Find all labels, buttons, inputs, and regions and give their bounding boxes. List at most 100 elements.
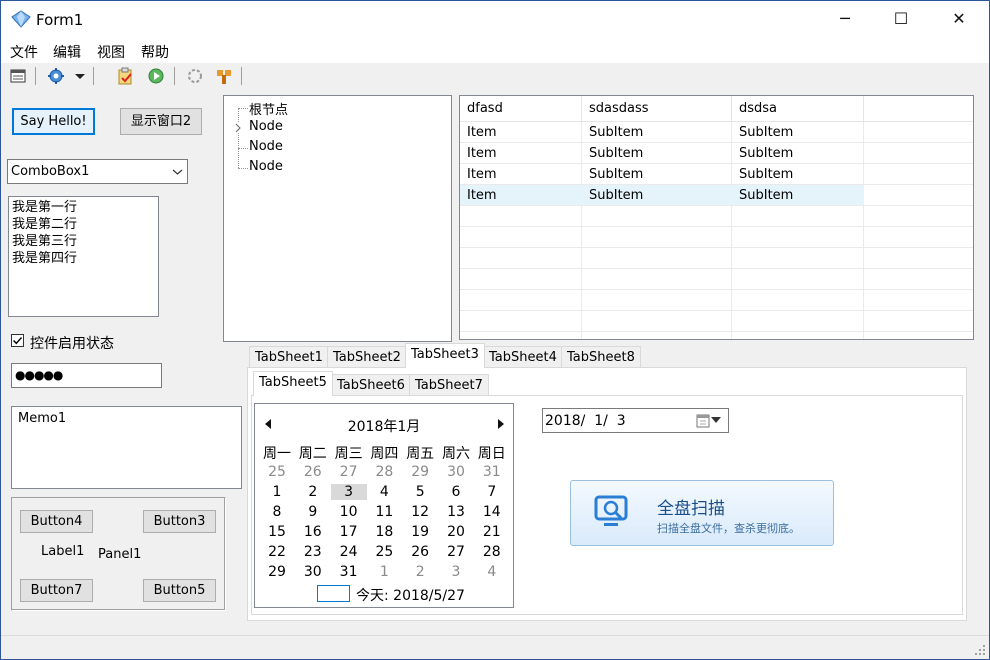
resize-grip-icon[interactable] xyxy=(974,644,986,656)
calendar-day[interactable]: 14 xyxy=(474,504,510,520)
say-hello-button[interactable]: Say Hello! xyxy=(12,108,95,135)
tools-icon[interactable] xyxy=(215,67,233,85)
list-item[interactable]: 我是第四行 xyxy=(9,250,158,267)
calendar-day[interactable]: 9 xyxy=(295,504,331,520)
calendar-day-adjacent[interactable]: 2 xyxy=(402,564,438,580)
table-row[interactable]: Item SubItem SubItem xyxy=(460,143,973,164)
list-item[interactable]: 我是第二行 xyxy=(9,216,158,233)
calendar-day[interactable]: 17 xyxy=(331,524,367,540)
calendar-day[interactable]: 24 xyxy=(331,544,367,560)
calendar-day[interactable]: 26 xyxy=(402,544,438,560)
calendar-day-adjacent[interactable]: 25 xyxy=(259,464,295,480)
tree-view[interactable]: 根节点 Node Node Node xyxy=(223,95,452,342)
tree-node[interactable]: Node xyxy=(249,119,283,134)
calendar-day-selected[interactable]: 3 xyxy=(330,484,367,500)
table-row[interactable]: Item SubItem SubItem xyxy=(460,164,973,185)
dropdown-arrow-icon[interactable] xyxy=(71,67,89,85)
calendar-month-label[interactable]: 2018年1月 xyxy=(255,416,513,436)
tab-sheet6[interactable]: TabSheet6 xyxy=(331,374,411,396)
button7[interactable]: Button7 xyxy=(20,579,93,602)
calendar-day[interactable]: 12 xyxy=(402,504,438,520)
button4[interactable]: Button4 xyxy=(20,510,93,533)
calendar-day[interactable]: 8 xyxy=(259,504,295,520)
next-month-icon[interactable] xyxy=(497,419,505,429)
calendar-day[interactable]: 27 xyxy=(438,544,474,560)
show-window2-button[interactable]: 显示窗口2 xyxy=(120,108,202,135)
full-scan-button[interactable]: 全盘扫描 扫描全盘文件，查杀更彻底。 xyxy=(570,480,834,546)
calendar-day-adjacent[interactable]: 1 xyxy=(366,564,402,580)
chevron-down-icon[interactable] xyxy=(172,168,183,176)
calendar-day-adjacent[interactable]: 29 xyxy=(402,464,438,480)
tree-root-node[interactable]: 根节点 xyxy=(249,99,288,118)
memo-field[interactable]: Memo1 xyxy=(11,406,242,489)
tree-node[interactable]: Node xyxy=(249,159,283,174)
tab-sheet1[interactable]: TabSheet1 xyxy=(249,346,329,368)
calendar-day[interactable]: 7 xyxy=(474,484,510,500)
calendar-day-adjacent[interactable]: 26 xyxy=(295,464,331,480)
column-header[interactable]: sdasdass xyxy=(582,96,732,122)
calendar-day[interactable]: 5 xyxy=(402,484,438,500)
table-row-selected[interactable]: Item SubItem SubItem xyxy=(460,185,973,206)
calendar-day[interactable]: 15 xyxy=(259,524,295,540)
tab-sheet8[interactable]: TabSheet8 xyxy=(561,346,641,368)
calendar-day[interactable]: 4 xyxy=(366,484,402,500)
button3[interactable]: Button3 xyxy=(143,510,216,533)
calendar-day[interactable]: 6 xyxy=(438,484,474,500)
window-icon[interactable] xyxy=(9,67,27,85)
tab-sheet3[interactable]: TabSheet3 xyxy=(405,343,485,368)
spinner-icon[interactable] xyxy=(186,67,204,85)
month-calendar[interactable]: 2018年1月 周一 周二 周三 周四 周五 周六 周日 25 26 27 28 29 30 31 1 2 3… xyxy=(254,403,514,608)
tab-sheet4[interactable]: TabSheet4 xyxy=(483,346,563,368)
checklist-icon[interactable] xyxy=(117,67,135,85)
calendar-day[interactable]: 29 xyxy=(259,564,295,580)
calendar-day[interactable]: 1 xyxy=(259,484,295,500)
enabled-checkbox[interactable] xyxy=(11,334,24,347)
list-view[interactable]: dfasd sdasdass dsdsa Item SubItem SubIte… xyxy=(459,95,974,340)
calendar-day-adjacent[interactable]: 31 xyxy=(474,464,510,480)
list-item[interactable]: 我是第一行 xyxy=(9,199,158,216)
tree-node[interactable]: Node xyxy=(249,139,283,154)
maximize-button[interactable]: ☐ xyxy=(872,1,930,37)
tab-sheet5[interactable]: TabSheet5 xyxy=(253,371,333,396)
calendar-day-adjacent[interactable]: 30 xyxy=(438,464,474,480)
calendar-day-adjacent[interactable]: 28 xyxy=(366,464,402,480)
dropdown-arrow-icon[interactable] xyxy=(711,417,721,424)
calendar-icon[interactable] xyxy=(696,413,710,428)
calendar-day[interactable]: 31 xyxy=(331,564,367,580)
table-row[interactable]: Item SubItem SubItem xyxy=(460,122,973,143)
calendar-day[interactable]: 22 xyxy=(259,544,295,560)
password-field[interactable]: ●●●●● xyxy=(11,363,162,388)
button5[interactable]: Button5 xyxy=(143,579,216,602)
calendar-day[interactable]: 21 xyxy=(474,524,510,540)
calendar-day[interactable]: 23 xyxy=(295,544,331,560)
calendar-day-adjacent[interactable]: 3 xyxy=(438,564,474,580)
tab-sheet7[interactable]: TabSheet7 xyxy=(409,374,489,396)
gear-icon[interactable] xyxy=(47,67,65,85)
calendar-day[interactable]: 28 xyxy=(474,544,510,560)
calendar-day[interactable]: 19 xyxy=(402,524,438,540)
calendar-day[interactable]: 16 xyxy=(295,524,331,540)
chevron-right-icon[interactable] xyxy=(234,123,242,133)
column-header[interactable]: dfasd xyxy=(460,96,582,122)
menu-file[interactable]: 文件 xyxy=(10,42,38,62)
tab-sheet2[interactable]: TabSheet2 xyxy=(327,346,407,368)
calendar-day[interactable]: 20 xyxy=(438,524,474,540)
close-button[interactable]: ✕ xyxy=(930,1,988,37)
combobox[interactable]: ComboBox1 xyxy=(7,159,188,184)
menu-edit[interactable]: 编辑 xyxy=(53,42,81,62)
menu-view[interactable]: 视图 xyxy=(97,42,125,62)
play-icon[interactable] xyxy=(147,67,165,85)
calendar-day[interactable]: 13 xyxy=(438,504,474,520)
menu-help[interactable]: 帮助 xyxy=(141,42,169,62)
calendar-today-label[interactable]: 今天: 2018/5/27 xyxy=(356,585,465,605)
calendar-day[interactable]: 25 xyxy=(366,544,402,560)
column-header[interactable]: dsdsa xyxy=(732,96,864,122)
calendar-day[interactable]: 18 xyxy=(366,524,402,540)
minimize-button[interactable]: ─ xyxy=(816,1,874,37)
calendar-day-adjacent[interactable]: 4 xyxy=(474,564,510,580)
date-picker[interactable]: 2018/ 1/ 3 xyxy=(542,408,729,433)
calendar-day[interactable]: 10 xyxy=(331,504,367,520)
calendar-day[interactable]: 2 xyxy=(295,484,331,500)
calendar-day-adjacent[interactable]: 27 xyxy=(331,464,367,480)
calendar-day[interactable]: 11 xyxy=(366,504,402,520)
